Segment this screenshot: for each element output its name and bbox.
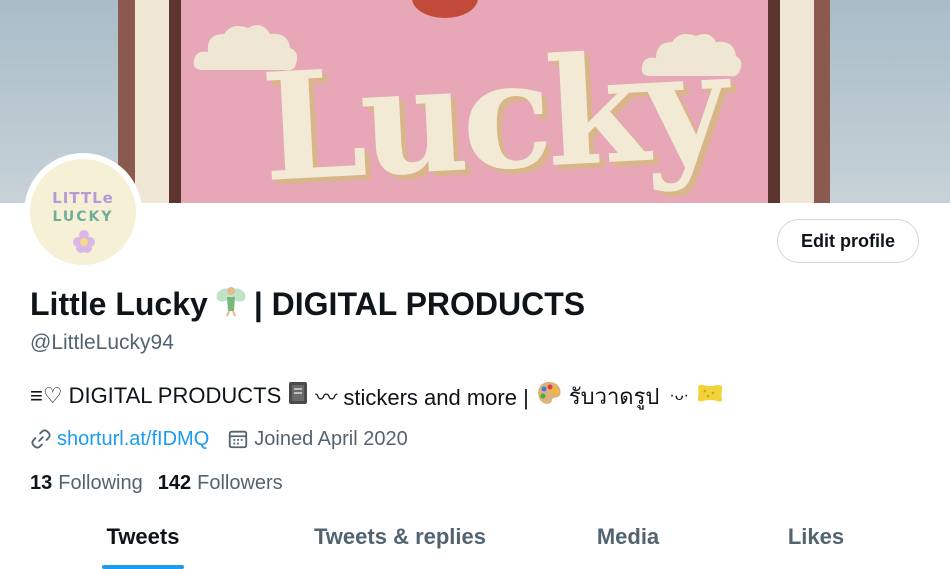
- poster-frame-right: [780, 0, 814, 203]
- banner-poster-title: Lucky: [257, 17, 727, 203]
- active-tab-indicator: [102, 565, 184, 569]
- profile-banner[interactable]: Lucky: [0, 0, 950, 203]
- display-name-suffix: | DIGITAL PRODUCTS: [253, 285, 586, 322]
- bio-list-heart-glyph: ≡♡: [30, 383, 63, 408]
- flower-icon: [73, 230, 95, 253]
- poster-frame-inner-left: [169, 0, 181, 203]
- sponge-emoji-icon: [695, 382, 725, 410]
- profile-bio: ≡♡ DIGITAL PRODUCTS 〰 stickers and more …: [30, 381, 731, 411]
- profile-tabs: Tweets Tweets & replies Media Likes: [0, 505, 950, 569]
- bio-text: 〰 stickers and more |: [315, 385, 529, 410]
- following-label: Following: [58, 471, 143, 494]
- tab-likes[interactable]: Likes: [766, 505, 866, 569]
- followers-count: 142: [157, 471, 192, 494]
- profile-website-link[interactable]: shorturl.at/fIDMQ: [57, 428, 209, 451]
- avatar-logo-line2: LUCKY: [52, 209, 114, 225]
- joined-date: Joined April 2020: [254, 427, 408, 450]
- notebook-emoji-icon: [287, 381, 309, 411]
- following-link[interactable]: 13 Following: [30, 472, 143, 495]
- tab-media[interactable]: Media: [568, 505, 688, 569]
- following-count: 13: [30, 471, 53, 494]
- followers-link[interactable]: 142 Followers: [158, 472, 283, 495]
- profile-meta: shorturl.at/fIDMQ Joined April 2020: [30, 426, 408, 452]
- bio-text-thai: รับวาดรูป: [568, 383, 660, 409]
- tab-tweets-replies[interactable]: Tweets & replies: [290, 505, 510, 569]
- bio-kaomoji: ·ᴗ·: [669, 387, 689, 404]
- edit-profile-button[interactable]: Edit profile: [777, 219, 919, 263]
- bio-text: DIGITAL PRODUCTS: [68, 383, 282, 408]
- palette-emoji-icon: [535, 380, 563, 412]
- avatar[interactable]: LITTLe LUCKY: [24, 153, 142, 271]
- poster-frame-inner-right: [768, 0, 780, 203]
- profile-handle: @LittleLucky94: [30, 331, 174, 354]
- calendar-icon: [227, 428, 249, 450]
- link-icon: [30, 428, 52, 450]
- display-name-text: Little Lucky: [30, 285, 208, 322]
- fairy-emoji-icon: [214, 283, 248, 325]
- tab-tweets[interactable]: Tweets: [88, 505, 198, 569]
- avatar-image: LITTLe LUCKY: [30, 159, 136, 265]
- avatar-logo-line1: LITTLe: [52, 189, 114, 207]
- display-name: Little Lucky | DIGITAL PRODUCTS: [30, 283, 585, 325]
- poster-frame-left: [135, 0, 169, 203]
- follow-counts: 13 Following 142 Followers: [30, 470, 283, 496]
- followers-label: Followers: [197, 471, 283, 494]
